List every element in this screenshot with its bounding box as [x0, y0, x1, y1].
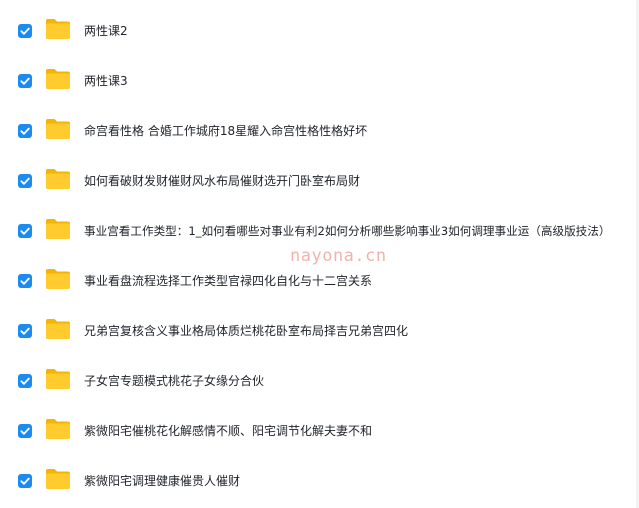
file-row[interactable]: 紫微阳宅催桃花化解感情不顺、阳宅调节化解夫妻不和 [0, 406, 639, 456]
file-row[interactable]: 两性课2 [0, 6, 639, 56]
checkbox-checked-icon[interactable] [18, 124, 32, 138]
checkbox-checked-icon[interactable] [18, 74, 32, 88]
file-name[interactable]: 紫微阳宅调理健康催贵人催财 [84, 473, 240, 489]
file-row[interactable]: 如何看破财发财催财风水布局催财选开门卧室布局财 [0, 156, 639, 206]
folder-icon [46, 269, 70, 289]
file-row[interactable]: 紫微阳宅调理健康催贵人催财 [0, 456, 639, 506]
folder-icon [46, 169, 70, 189]
file-row[interactable]: 命宫看性格 合婚工作城府18星耀入命宫性格性格好坏 [0, 106, 639, 156]
checkbox-checked-icon[interactable] [18, 24, 32, 38]
checkbox-checked-icon[interactable] [18, 224, 32, 238]
file-name[interactable]: 紫微阳宅催桃花化解感情不顺、阳宅调节化解夫妻不和 [84, 423, 372, 439]
checkbox-checked-icon[interactable] [18, 424, 32, 438]
folder-icon [46, 119, 70, 139]
file-row[interactable]: 子女宫专题模式桃花子女缘分合伙 [0, 356, 639, 406]
file-name[interactable]: 兄弟宫复核含义事业格局体质烂桃花卧室布局择吉兄弟宫四化 [84, 323, 408, 339]
file-row[interactable]: 两性课3 [0, 56, 639, 106]
checkbox-checked-icon[interactable] [18, 374, 32, 388]
file-name[interactable]: 事业看盘流程选择工作类型官禄四化自化与十二宫关系 [84, 273, 372, 289]
checkbox-checked-icon[interactable] [18, 274, 32, 288]
watermark: nayona.cn [290, 246, 387, 266]
file-row[interactable]: 兄弟宫复核含义事业格局体质烂桃花卧室布局择吉兄弟宫四化 [0, 306, 639, 356]
folder-icon [46, 219, 70, 239]
folder-icon [46, 419, 70, 439]
file-name[interactable]: 子女宫专题模式桃花子女缘分合伙 [84, 373, 264, 389]
folder-icon [46, 369, 70, 389]
checkbox-checked-icon[interactable] [18, 474, 32, 488]
file-name[interactable]: 两性课2 [84, 23, 128, 39]
file-name[interactable]: 如何看破财发财催财风水布局催财选开门卧室布局财 [84, 173, 360, 189]
file-name[interactable]: 命宫看性格 合婚工作城府18星耀入命宫性格性格好坏 [84, 123, 367, 139]
folder-icon [46, 319, 70, 339]
folder-icon [46, 69, 70, 89]
checkbox-checked-icon[interactable] [18, 174, 32, 188]
folder-icon [46, 469, 70, 489]
folder-icon [46, 19, 70, 39]
checkbox-checked-icon[interactable] [18, 324, 32, 338]
file-name[interactable]: 两性课3 [84, 73, 128, 89]
file-name[interactable]: 事业宫看工作类型：1_如何看哪些对事业有利2如何分析哪些影响事业3如何调理事业运… [84, 223, 610, 239]
